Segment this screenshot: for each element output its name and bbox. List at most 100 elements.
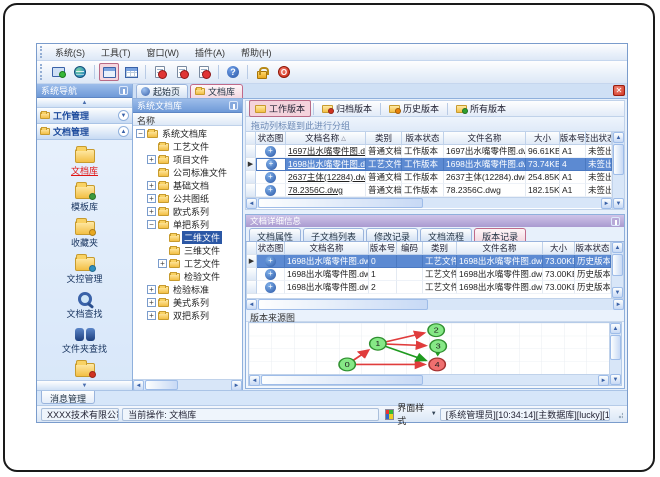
tab-文档库[interactable]: 文档库 bbox=[190, 84, 244, 98]
scroll-down-arrow[interactable]: ▼ bbox=[612, 287, 623, 298]
detail-tab-文档属性[interactable]: 文档属性 bbox=[249, 228, 302, 242]
sidebar-item-文档库[interactable]: 文档库 bbox=[40, 144, 130, 178]
chevron-down-icon[interactable]: ▼ bbox=[118, 110, 129, 121]
sidebar-scroll-down[interactable]: ▼ bbox=[37, 380, 132, 390]
scroll-thumb[interactable] bbox=[612, 254, 623, 277]
scroll-left-arrow[interactable]: ◄ bbox=[246, 198, 257, 209]
table-row[interactable]: +1698出水嘴零件图.dwg 1 工艺文件 1698出水嘴零件图.dwg 73.00K… bbox=[247, 268, 611, 281]
sidebar-scroll-up[interactable]: ▲ bbox=[37, 98, 132, 108]
version-button-归档版本[interactable]: 归档版本 bbox=[316, 100, 378, 117]
column-header-大小[interactable]: 大小 bbox=[526, 132, 560, 145]
column-header-编码[interactable]: 编码 bbox=[397, 242, 423, 255]
tree-node-项目文件[interactable]: + 项目文件 bbox=[133, 153, 242, 166]
scroll-thumb[interactable] bbox=[610, 335, 621, 360]
tree-column-header[interactable]: 名称 bbox=[133, 113, 242, 126]
column-header-状态图[interactable]: 状态图 bbox=[257, 242, 285, 255]
table-row[interactable]: +78.2356C.dwg 普通文档 工作版本 78.2356C.dwg 182.15K… bbox=[246, 184, 612, 197]
detail-tab-版本记录[interactable]: 版本记录 bbox=[474, 228, 527, 242]
menu-item[interactable]: 插件(A) bbox=[187, 44, 233, 61]
scroll-up-arrow[interactable]: ▲ bbox=[610, 323, 621, 334]
table-row[interactable]: ▶+1698出水嘴零件图.dwg工艺文件工作版本1698出水嘴零件图.dwg73… bbox=[246, 158, 612, 171]
tree-expander-icon[interactable]: + bbox=[147, 181, 156, 190]
detail-tab-修改记录[interactable]: 修改记录 bbox=[366, 228, 419, 242]
message-manager-tab[interactable]: 消息管理 bbox=[41, 391, 96, 404]
pin-icon[interactable] bbox=[119, 86, 128, 95]
graph-vscrollbar[interactable]: ▲ ▼ bbox=[609, 323, 621, 385]
version-button-所有版本[interactable]: 所有版本 bbox=[450, 100, 512, 117]
menu-item[interactable]: 系统(S) bbox=[47, 44, 93, 61]
tree-node-工艺文件[interactable]: + 工艺文件 bbox=[133, 257, 242, 270]
scroll-left-arrow[interactable]: ◄ bbox=[246, 299, 257, 310]
tree-node-公共图纸[interactable]: + 公共图纸 bbox=[133, 192, 242, 205]
menu-item[interactable]: 窗口(W) bbox=[139, 44, 188, 61]
column-header-大小[interactable]: 大小 bbox=[543, 242, 575, 255]
tree-node-三维文件[interactable]: 三维文件 bbox=[133, 244, 242, 257]
tree-node-检验标准[interactable]: + 检验标准 bbox=[133, 283, 242, 296]
scroll-thumb[interactable] bbox=[613, 144, 624, 175]
ui-style-label[interactable]: 界面样式 bbox=[397, 401, 428, 427]
library-list-button[interactable] bbox=[121, 63, 141, 81]
document-table-vscrollbar[interactable]: ▲ ▼ bbox=[612, 132, 624, 209]
tree-node-系统文档库[interactable]: − 系统文档库 bbox=[133, 127, 242, 140]
tree-expander-icon[interactable]: + bbox=[147, 155, 156, 164]
column-header-版本号[interactable]: 版本号 bbox=[369, 242, 397, 255]
sidebar-item-模板库[interactable]: 模板库 bbox=[40, 180, 130, 214]
table-row[interactable]: +1697出水嘴零件图.dwg普通文档工作版本1697出水嘴零件图.dwg96.… bbox=[246, 145, 612, 158]
sidebar-item-文控管理[interactable]: 文控管理 bbox=[40, 252, 130, 286]
table-hscrollbar[interactable]: ◄ ► bbox=[246, 197, 612, 209]
scroll-thumb[interactable] bbox=[258, 299, 429, 310]
version-source-graph[interactable]: 0 1 2 3 4 bbox=[249, 323, 609, 374]
chevron-down-icon[interactable]: ▼ bbox=[431, 411, 437, 417]
network-button[interactable] bbox=[70, 63, 90, 81]
version-button-工作版本[interactable]: 工作版本 bbox=[249, 100, 312, 117]
tree-node-检验文件[interactable]: 检验文件 bbox=[133, 270, 242, 283]
help-button[interactable]: ? bbox=[223, 63, 243, 81]
drag-handle[interactable] bbox=[40, 64, 43, 80]
column-header-版本状态[interactable]: 版本状态 bbox=[402, 132, 444, 145]
column-header-版本号[interactable]: 版本号 bbox=[560, 132, 586, 145]
tree-node-公司标准文件[interactable]: 公司标准文件 bbox=[133, 166, 242, 179]
tree-expander-icon[interactable]: − bbox=[136, 129, 145, 138]
page-import-button[interactable] bbox=[172, 63, 192, 81]
scroll-right-arrow[interactable]: ► bbox=[613, 299, 624, 310]
menu-item[interactable]: 帮助(H) bbox=[233, 44, 280, 61]
tree-expander-icon[interactable]: − bbox=[147, 220, 156, 229]
tree-node-美式系列[interactable]: + 美式系列 bbox=[133, 296, 242, 309]
sidebar-group-document[interactable]: 文档管理 ▲ bbox=[37, 124, 132, 140]
tree-expander-icon[interactable]: + bbox=[158, 259, 167, 268]
sidebar-item-文件夹查找[interactable]: 文件夹查找 bbox=[40, 323, 130, 356]
tree-node-双把系列[interactable]: + 双把系列 bbox=[133, 309, 242, 322]
tree-expander-icon[interactable]: + bbox=[147, 207, 156, 216]
tree-expander-icon[interactable]: + bbox=[147, 194, 156, 203]
chevron-up-icon[interactable]: ▲ bbox=[118, 126, 129, 137]
scroll-thumb[interactable] bbox=[145, 380, 178, 390]
tree-node-单把系列[interactable]: − 单把系列 bbox=[133, 218, 242, 231]
sidebar-item-收藏夹[interactable]: 收藏夹 bbox=[40, 216, 130, 250]
lock-button[interactable] bbox=[252, 63, 272, 81]
tree-hscrollbar[interactable]: ◄ ► bbox=[133, 379, 242, 391]
table-row[interactable]: ▶ +1698出水嘴零件图.dwg 0 工艺文件 1698出水嘴零件图.dwg 73.00… bbox=[247, 255, 611, 268]
tree-node-工艺文件[interactable]: 工艺文件 bbox=[133, 140, 242, 153]
scroll-thumb[interactable] bbox=[258, 198, 423, 208]
tree-node-二维文件[interactable]: 二维文件 bbox=[133, 231, 242, 244]
tab-起始页[interactable]: 起始页 bbox=[136, 84, 189, 98]
pin-icon[interactable] bbox=[229, 101, 238, 110]
version-table-hscrollbar[interactable]: ◄ ► bbox=[246, 299, 624, 310]
detail-tab-子文档列表[interactable]: 子文档列表 bbox=[303, 228, 365, 242]
scroll-thumb[interactable] bbox=[261, 375, 423, 385]
pin-icon[interactable] bbox=[611, 216, 620, 226]
resize-grip[interactable] bbox=[614, 409, 623, 419]
graph-hscrollbar[interactable]: ◄ ► bbox=[249, 374, 609, 386]
scroll-left-arrow[interactable]: ◄ bbox=[249, 375, 260, 386]
column-header-文档名称[interactable]: 文档名称 △ bbox=[286, 132, 366, 145]
tree-node-基础文档[interactable]: + 基础文档 bbox=[133, 179, 242, 192]
sidebar-item-签出的文档[interactable]: 签出的文档 bbox=[40, 358, 130, 380]
tree-expander-icon[interactable]: + bbox=[147, 285, 156, 294]
table-row[interactable]: +1698出水嘴零件图.dwg 2 工艺文件 1698出水嘴零件图.dwg 73.00K… bbox=[247, 281, 611, 294]
page-delete-button[interactable] bbox=[194, 63, 214, 81]
drag-handle[interactable] bbox=[40, 46, 43, 58]
sidebar-item-文档查找[interactable]: 文档查找 bbox=[40, 288, 130, 321]
version-button-历史版本[interactable]: 历史版本 bbox=[383, 100, 445, 117]
column-header-状态图[interactable]: 状态图 bbox=[256, 132, 286, 145]
column-header-文档名称[interactable]: 文档名称 bbox=[285, 242, 369, 255]
